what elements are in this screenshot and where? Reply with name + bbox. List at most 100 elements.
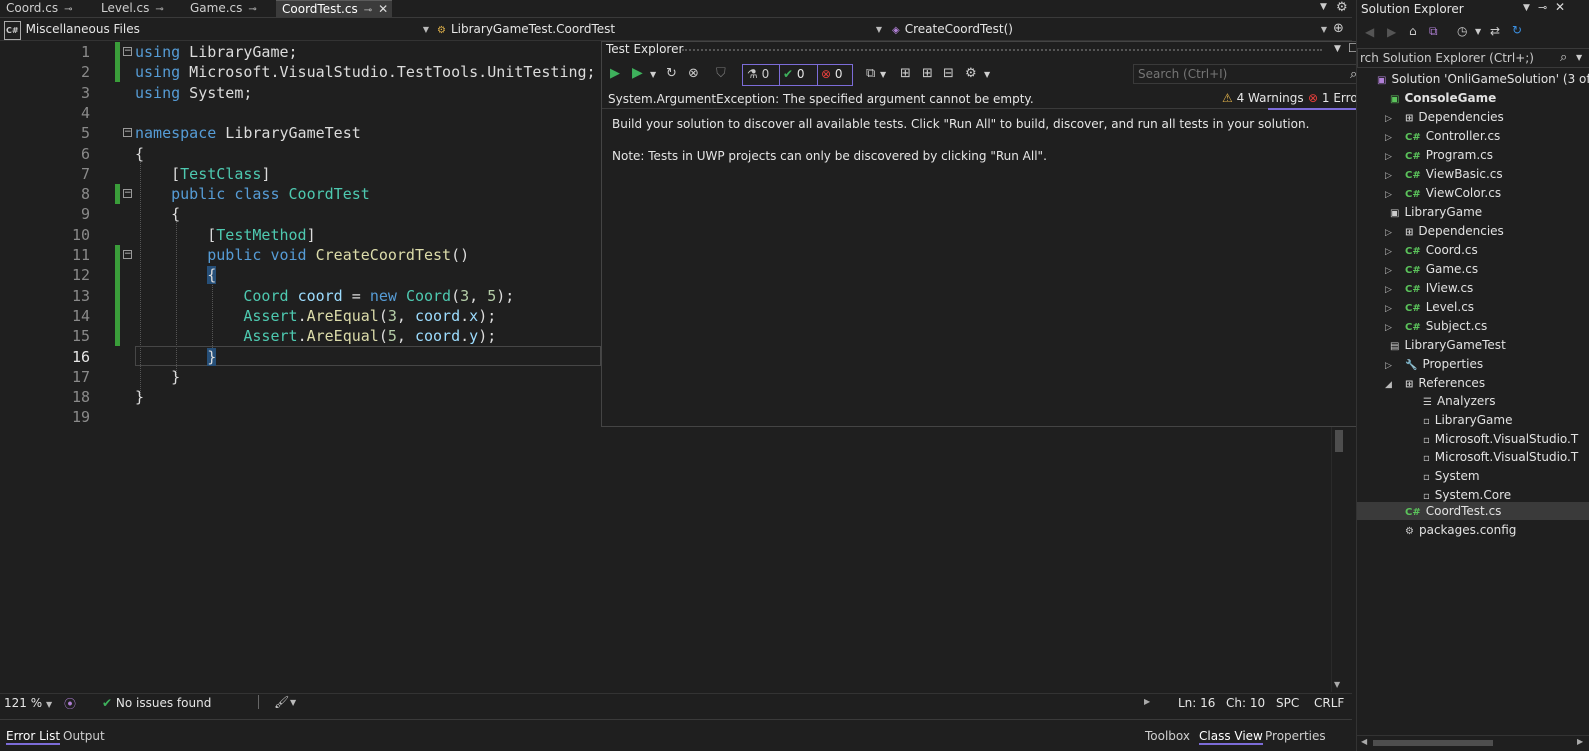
test-explorer-titlebar[interactable]: Test Explorer ▼ ☐ ✕ bbox=[602, 41, 1380, 58]
collapse-all-icon[interactable]: ⊟ bbox=[943, 66, 954, 81]
tree-solution[interactable]: ▣ Solution 'OnliGameSolution' (3 of bbox=[1377, 70, 1589, 88]
tree-project-consolegame[interactable]: ▣ ConsoleGame bbox=[1390, 89, 1496, 107]
fold-collapse-icon[interactable]: − bbox=[123, 250, 132, 259]
tree-item-reference[interactable]: ▫ System bbox=[1423, 467, 1480, 485]
fold-collapse-icon[interactable]: − bbox=[123, 128, 132, 137]
expand-arrow-icon[interactable]: ▷ bbox=[1385, 171, 1392, 181]
tree-item-reference[interactable]: ▫ LibraryGame bbox=[1423, 411, 1512, 429]
solution-search-input[interactable]: rch Solution Explorer (Ctrl+;) ⌕ ▼ bbox=[1357, 48, 1589, 68]
tree-item-file[interactable]: C# Subject.cs bbox=[1405, 317, 1487, 335]
expand-arrow-icon[interactable]: ▷ bbox=[1385, 152, 1392, 162]
pin-icon[interactable]: ⊸ bbox=[248, 2, 256, 18]
scroll-right-icon[interactable]: ▶ bbox=[1144, 697, 1150, 706]
drag-grip[interactable] bbox=[682, 49, 1322, 51]
tree-item-file[interactable]: C# Game.cs bbox=[1405, 260, 1478, 278]
line-indicator[interactable]: Ln: 16 bbox=[1178, 696, 1215, 710]
expand-arrow-icon[interactable]: ▷ bbox=[1385, 304, 1392, 314]
expand-all-icon[interactable]: ⊞ bbox=[922, 66, 933, 81]
tree-item-file[interactable]: C# Coord.cs bbox=[1405, 241, 1478, 259]
tab-class-view[interactable]: Class View bbox=[1199, 729, 1263, 745]
tree-item-references[interactable]: ⊞ References bbox=[1405, 374, 1485, 392]
tree-item-file[interactable]: ⚙ packages.config bbox=[1405, 521, 1516, 539]
home-icon[interactable]: ⌂ bbox=[1409, 24, 1417, 38]
pin-icon[interactable]: ⊸ bbox=[64, 2, 72, 18]
type-dropdown[interactable]: ⚙ LibraryGameTest.CoordTest ▼ bbox=[437, 21, 884, 39]
filter-icon[interactable]: ⛉ bbox=[716, 66, 726, 81]
test-search-input[interactable] bbox=[1133, 64, 1374, 84]
expand-arrow-icon[interactable]: ▷ bbox=[1385, 190, 1392, 200]
chevron-down-icon[interactable]: ▼ bbox=[1475, 27, 1481, 36]
tree-item-file[interactable]: C# ViewColor.cs bbox=[1405, 184, 1501, 202]
fold-collapse-icon[interactable]: − bbox=[123, 189, 132, 198]
scroll-thumb[interactable] bbox=[1335, 430, 1343, 452]
errors-button[interactable]: ⊗ 1 Error bbox=[1308, 91, 1363, 105]
history-icon[interactable]: ◷ bbox=[1457, 24, 1467, 38]
copilot-icon[interactable]: ⦿ bbox=[64, 695, 76, 712]
gear-icon[interactable]: ⚙ bbox=[1336, 0, 1348, 15]
issues-indicator[interactable]: ✔ No issues found bbox=[102, 696, 211, 710]
tree-item-properties[interactable]: 🔧 Properties bbox=[1405, 355, 1483, 373]
search-icon[interactable]: ⌕ bbox=[1560, 50, 1567, 65]
sync-icon[interactable]: ⇄ bbox=[1490, 24, 1500, 38]
run-all-icon[interactable]: ▶ bbox=[632, 65, 643, 81]
tree-item-reference[interactable]: ▫ Microsoft.VisualStudio.T bbox=[1423, 430, 1578, 448]
forward-icon[interactable]: ▶ bbox=[1387, 25, 1396, 39]
chevron-down-icon[interactable]: ▼ bbox=[290, 698, 296, 707]
chevron-down-icon[interactable]: ▼ bbox=[1576, 53, 1582, 62]
tab-toolbox[interactable]: Toolbox bbox=[1145, 729, 1190, 743]
tree-item-reference[interactable]: ▫ Microsoft.VisualStudio.T bbox=[1423, 448, 1578, 466]
tree-item-analyzers[interactable]: ☰ Analyzers bbox=[1423, 392, 1495, 410]
tab-game[interactable]: Game.cs ⊸ bbox=[184, 0, 263, 18]
playlist-icon[interactable]: ⧉ bbox=[866, 66, 875, 81]
tree-item-file-selected[interactable]: C# CoordTest.cs bbox=[1405, 502, 1501, 520]
chevron-down-icon[interactable]: ▼ bbox=[650, 70, 656, 79]
failed-tests-filter[interactable]: ⊗ 0 bbox=[821, 67, 843, 81]
scroll-left-icon[interactable]: ◀ bbox=[1361, 737, 1367, 746]
expand-arrow-icon[interactable]: ▷ bbox=[1385, 361, 1392, 371]
tree-project-librarygametest[interactable]: ▤ LibraryGameTest bbox=[1390, 336, 1506, 354]
tab-error-list[interactable]: Error List bbox=[6, 729, 61, 745]
switch-views-icon[interactable]: ⧉ bbox=[1429, 24, 1438, 39]
cancel-run-icon[interactable]: ⊗ bbox=[688, 66, 699, 81]
tree-item-file[interactable]: C# Level.cs bbox=[1405, 298, 1474, 316]
tree-item-dependencies[interactable]: ⊞ Dependencies bbox=[1405, 222, 1504, 240]
tab-properties[interactable]: Properties bbox=[1265, 729, 1326, 743]
tree-item-file[interactable]: C# IView.cs bbox=[1405, 279, 1473, 297]
member-dropdown[interactable]: ◈ CreateCoordTest() ▼ bbox=[892, 21, 1329, 39]
chevron-down-icon[interactable]: ▼ bbox=[984, 70, 990, 79]
project-dropdown[interactable]: C# Miscellaneous Files ▼ bbox=[4, 21, 431, 40]
tab-coord[interactable]: Coord.cs ⊸ bbox=[0, 0, 78, 18]
expand-arrow-icon[interactable]: ▷ bbox=[1385, 228, 1392, 238]
expand-arrow-icon[interactable]: ▷ bbox=[1385, 114, 1392, 124]
expand-arrow-icon[interactable]: ▷ bbox=[1385, 266, 1392, 276]
line-ending-indicator[interactable]: CRLF bbox=[1314, 696, 1344, 710]
tab-coordtest[interactable]: CoordTest.cs ⊸ ✕ bbox=[276, 0, 392, 18]
fold-collapse-icon[interactable]: − bbox=[123, 47, 132, 56]
tree-item-file[interactable]: C# ViewBasic.cs bbox=[1405, 165, 1503, 183]
warnings-button[interactable]: ⚠ 4 Warnings bbox=[1222, 91, 1304, 105]
hierarchy-icon[interactable]: ⊞ bbox=[900, 66, 911, 81]
flask-icon[interactable]: ⚗ 0 bbox=[747, 67, 769, 81]
expand-arrow-icon[interactable]: ▷ bbox=[1385, 323, 1392, 333]
split-icon[interactable]: ⊕ bbox=[1333, 21, 1344, 36]
collapse-arrow-icon[interactable]: ◢ bbox=[1385, 380, 1392, 390]
column-indicator[interactable]: Ch: 10 bbox=[1226, 696, 1265, 710]
gear-icon[interactable]: ⚙ bbox=[965, 66, 977, 81]
pin-icon[interactable]: ⊸ bbox=[364, 3, 372, 19]
scroll-thumb[interactable] bbox=[1373, 740, 1493, 746]
close-icon[interactable]: ✕ bbox=[1555, 0, 1565, 14]
zoom-dropdown[interactable]: 121 % ▼ bbox=[4, 696, 52, 710]
pin-icon[interactable]: ⊸ bbox=[155, 2, 163, 18]
expand-arrow-icon[interactable]: ▷ bbox=[1385, 247, 1392, 257]
passed-tests-filter[interactable]: ✔ 0 bbox=[783, 67, 805, 81]
chevron-down-icon[interactable]: ▼ bbox=[880, 70, 886, 79]
scroll-down-icon[interactable]: ▼ bbox=[1334, 680, 1340, 689]
expand-arrow-icon[interactable]: ▷ bbox=[1385, 133, 1392, 143]
tree-item-file[interactable]: C# Program.cs bbox=[1405, 146, 1493, 164]
pin-icon[interactable]: ⊸ bbox=[1538, 1, 1547, 14]
tree-project-librarygame[interactable]: ▣ LibraryGame bbox=[1390, 203, 1482, 221]
tab-level[interactable]: Level.cs ⊸ bbox=[95, 0, 170, 18]
window-dropdown-icon[interactable]: ▼ bbox=[1334, 42, 1341, 57]
expand-arrow-icon[interactable]: ▷ bbox=[1385, 285, 1392, 295]
scroll-right-icon[interactable]: ▶ bbox=[1577, 737, 1583, 746]
